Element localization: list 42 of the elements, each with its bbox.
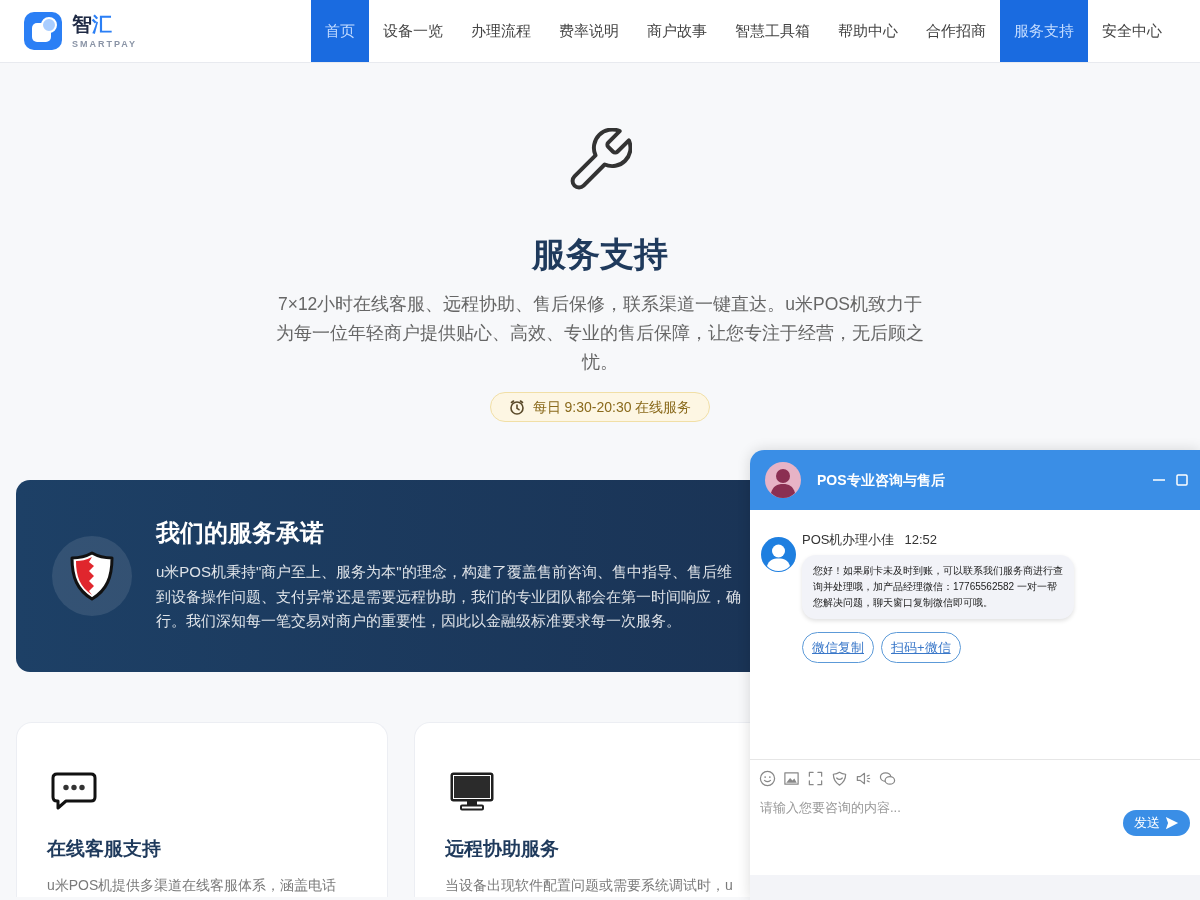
quick-reply-button[interactable]: 微信复制 xyxy=(802,632,874,663)
nav-link[interactable]: 服务支持 xyxy=(1000,0,1088,62)
nav-link[interactable]: 安全中心 xyxy=(1088,0,1176,62)
speech-bubble-icon xyxy=(51,771,97,811)
agent-avatar-icon xyxy=(765,462,801,498)
wrench-icon xyxy=(568,128,632,192)
feature-title: 远程协助服务 xyxy=(445,837,559,861)
nav-link[interactable]: 智慧工具箱 xyxy=(721,0,824,62)
brand-tagline: SMARTPAY xyxy=(72,37,137,50)
send-icon xyxy=(1165,816,1179,830)
commitment-title: 我们的服务承诺 xyxy=(156,518,325,549)
logo-icon xyxy=(24,12,62,50)
chat-title: POS专业咨询与售后 xyxy=(817,470,945,490)
sender-name: POS机办理小佳 xyxy=(802,531,895,550)
image-icon[interactable] xyxy=(783,769,800,787)
feature-description: u米POS机提供多渠道在线客服体系，涵盖电话 xyxy=(47,876,337,895)
message-bubble: 您好！如果刷卡未及时到账，可以联系我们服务商进行查询并处理哦，加产品经理微信：17765562582 一对一帮您解决问题，聊天窗口复制微信即可哦。 xyxy=(802,555,1074,619)
nav-link[interactable]: 首页 xyxy=(311,0,369,62)
chat-bubbles-icon[interactable] xyxy=(879,769,896,787)
page-title: 服务支持 xyxy=(532,234,668,275)
page-description: 7×12小时在线客服、远程协助、售后保修，联系渠道一键直达。u米POS机致力于为每一位年轻商户提供贴心、高效、专业的售后保障，让您专注于经营，无后顾之忧。 xyxy=(275,293,925,374)
nav-link[interactable]: 商户故事 xyxy=(633,0,721,62)
expand-icon[interactable] xyxy=(807,769,824,787)
nav-link[interactable]: 帮助中心 xyxy=(824,0,912,62)
nav-link[interactable]: 合作招商 xyxy=(912,0,1000,62)
commitment-text: u米POS机秉持"商户至上、服务为本"的理念，构建了覆盖售前咨询、售中指导、售后维 到设备操作问题、支付异常还是需要远程协助，我们的专业团队都会在第一时间响应，确 行。我们深知每一笔交易对商户的重要性，因此以金融级标准要求每一次服务。 xyxy=(156,562,741,632)
nav-link[interactable]: 费率说明 xyxy=(545,0,633,62)
shield-icon xyxy=(52,536,132,616)
message-time: 12:52 xyxy=(904,531,937,550)
feature-title: 在线客服支持 xyxy=(47,837,161,861)
nav-link[interactable]: 设备一览 xyxy=(369,0,457,62)
hours-text: 每日 9:30-20:30 在线服务 xyxy=(532,397,692,417)
agent-avatar-icon xyxy=(761,537,796,572)
clock-icon xyxy=(508,399,525,415)
maximize-icon[interactable] xyxy=(1176,474,1188,486)
feature-description: 当设备出现软件配置问题或需要系统调试时，u xyxy=(445,876,733,895)
smiley-icon[interactable] xyxy=(759,769,776,787)
brand-name: 智汇 xyxy=(72,12,113,35)
nav-link[interactable]: 办理流程 xyxy=(457,0,545,62)
quick-reply-button[interactable]: 扫码+微信 xyxy=(881,632,961,663)
monitor-icon xyxy=(449,771,495,811)
shield-icon[interactable] xyxy=(831,769,848,787)
